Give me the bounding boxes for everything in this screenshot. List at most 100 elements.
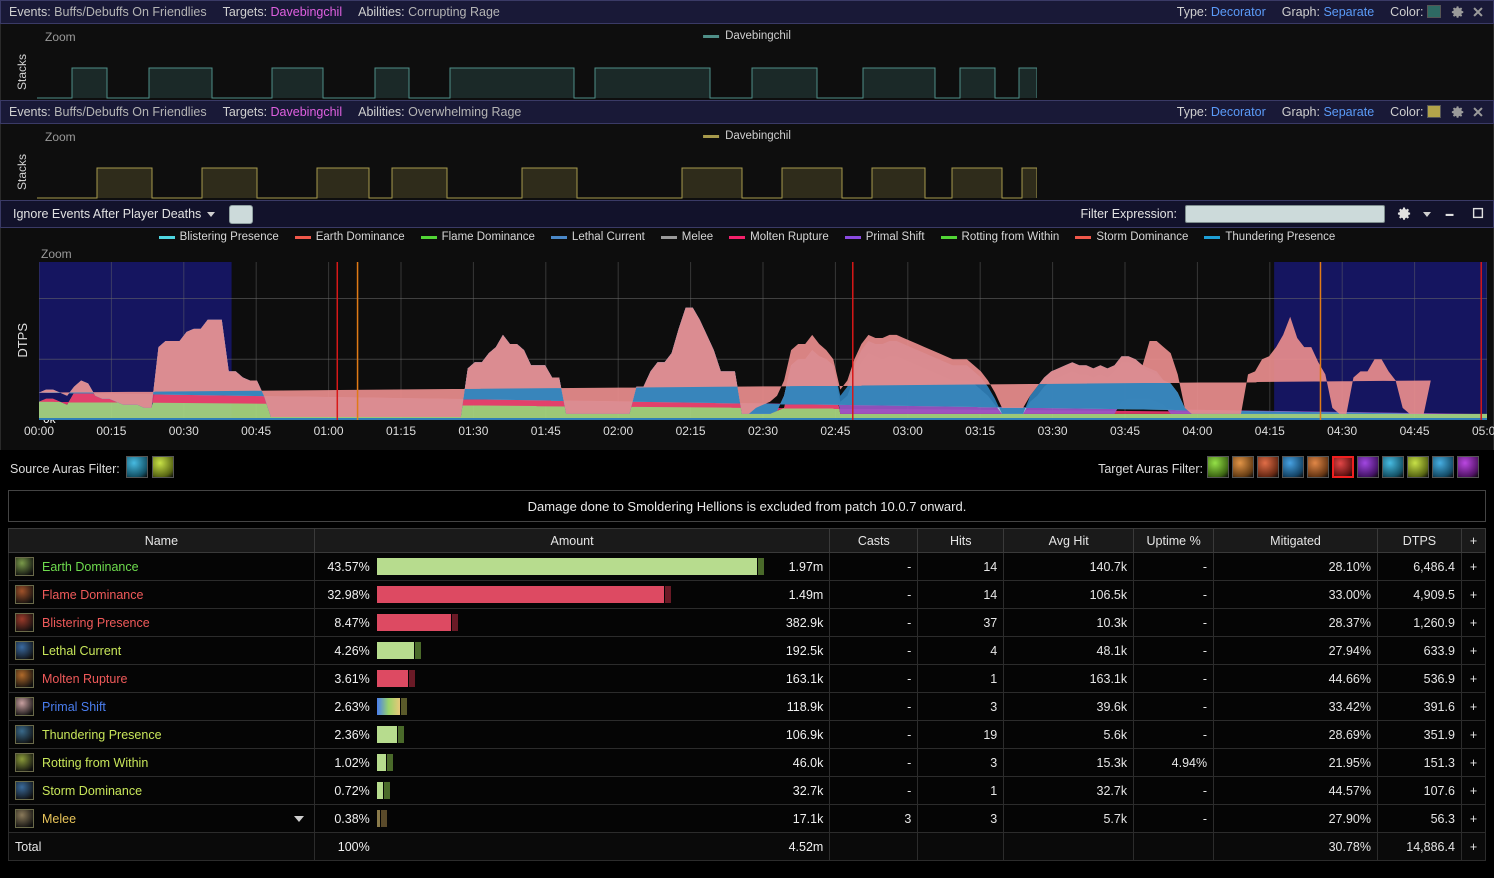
column-header-mitigated[interactable]: Mitigated <box>1213 528 1378 553</box>
aura-filter-icon[interactable] <box>1382 456 1404 478</box>
legend-item-molten-rupture[interactable]: Molten Rupture <box>729 231 829 243</box>
legend-item-storm-dominance[interactable]: Storm Dominance <box>1075 231 1188 243</box>
aura-filter-icon[interactable] <box>1282 456 1304 478</box>
ability-name[interactable]: Lethal Current <box>42 644 121 658</box>
aura-filter-icon[interactable] <box>1332 456 1354 478</box>
ability-name[interactable]: Primal Shift <box>42 700 106 714</box>
cell-add-button[interactable]: + <box>1460 664 1487 693</box>
aura-filter-icon[interactable] <box>151 456 174 478</box>
legend-item-flame-dominance[interactable]: Flame Dominance <box>420 231 535 243</box>
ability-name[interactable]: Rotting from Within <box>42 756 148 770</box>
cell-name[interactable]: Primal Shift <box>8 692 315 721</box>
targets-value[interactable]: Davebingchil <box>271 105 343 119</box>
aura-filter-icon[interactable] <box>1307 456 1329 478</box>
decorator-plot-area[interactable]: Zoom Stacks Davebingchil <box>0 124 1494 200</box>
decorator-plot-area[interactable]: Zoom Stacks Davebingchil <box>0 24 1494 100</box>
total-add-button[interactable]: + <box>1460 832 1487 861</box>
cell-add-button[interactable]: + <box>1460 552 1487 581</box>
cell-name[interactable]: Lethal Current <box>8 636 315 665</box>
targets-value[interactable]: Davebingchil <box>271 5 343 19</box>
legend-item-blistering-presence[interactable]: Blistering Presence <box>158 231 279 243</box>
cell-name[interactable]: Earth Dominance <box>8 552 315 581</box>
graph-value[interactable]: Separate <box>1323 105 1374 119</box>
ability-name[interactable]: Thundering Presence <box>42 728 162 742</box>
table-row[interactable]: Rotting from Within 1.02% 46.0k -3 15.3k 4.94… <box>8 748 1487 777</box>
zoom-label[interactable]: Zoom <box>45 130 76 144</box>
cell-name[interactable]: Melee <box>8 804 315 833</box>
table-row[interactable]: Molten Rupture 3.61% 163.1k -1 163.1k -44.66%… <box>8 664 1487 693</box>
cell-name[interactable]: Flame Dominance <box>8 580 315 609</box>
legend-item-primal-shift[interactable]: Primal Shift <box>844 231 925 243</box>
cell-name[interactable]: Rotting from Within <box>8 748 315 777</box>
color-swatch[interactable] <box>1427 5 1441 18</box>
cell-add-button[interactable]: + <box>1460 776 1487 805</box>
chart-zoom-label[interactable]: Zoom <box>41 247 72 261</box>
chevron-down-icon[interactable] <box>293 815 304 822</box>
ability-name[interactable]: Blistering Presence <box>42 616 150 630</box>
cell-add-button[interactable]: + <box>1460 720 1487 749</box>
cell-name[interactable]: Storm Dominance <box>8 776 315 805</box>
type-value[interactable]: Decorator <box>1211 5 1266 19</box>
column-header-hits[interactable]: Hits <box>917 528 1005 553</box>
cell-add-button[interactable]: + <box>1460 636 1487 665</box>
toolbar-toggle-box[interactable] <box>229 204 254 224</box>
settings-gear-icon[interactable] <box>1397 206 1413 222</box>
column-header-name[interactable]: Name <box>8 528 315 553</box>
table-row[interactable]: Earth Dominance 43.57% 1.97m -14 140.7k -28.1… <box>8 552 1487 581</box>
cell-name[interactable]: Molten Rupture <box>8 664 315 693</box>
cell-add-button[interactable]: + <box>1460 692 1487 721</box>
ability-name[interactable]: Earth Dominance <box>42 560 139 574</box>
legend-item-melee[interactable]: Melee <box>660 231 713 243</box>
legend-item-rotting-from-within[interactable]: Rotting from Within <box>940 231 1059 243</box>
ability-name[interactable]: Storm Dominance <box>42 784 142 798</box>
zoom-label[interactable]: Zoom <box>45 30 76 44</box>
cell-add-button[interactable]: + <box>1460 580 1487 609</box>
graph-value[interactable]: Separate <box>1323 5 1374 19</box>
column-header-dtps[interactable]: DTPS <box>1376 528 1462 553</box>
abilities-value[interactable]: Corrupting Rage <box>408 5 500 19</box>
maximize-icon[interactable] <box>1471 206 1487 222</box>
cell-name[interactable]: Blistering Presence <box>8 608 315 637</box>
table-row[interactable]: Primal Shift 2.63% 118.9k -3 39.6k -33.42% 391… <box>8 692 1487 721</box>
legend-item-lethal-current[interactable]: Lethal Current <box>550 231 645 243</box>
column-header-avg-hit[interactable]: Avg Hit <box>1003 528 1135 553</box>
cell-add-button[interactable]: + <box>1460 608 1487 637</box>
events-value[interactable]: Buffs/Debuffs On Friendlies <box>54 105 206 119</box>
aura-filter-icon[interactable] <box>1257 456 1279 478</box>
filter-expression-input[interactable] <box>1185 205 1385 223</box>
aura-filter-icon[interactable] <box>1232 456 1254 478</box>
gear-icon[interactable] <box>1451 5 1465 19</box>
table-row[interactable]: Melee 0.38% 17.1k 3 3 5.7k -27.90% 56.3 + <box>8 804 1487 833</box>
ability-name[interactable]: Melee <box>42 812 76 826</box>
column-header-casts[interactable]: Casts <box>829 528 919 553</box>
aura-filter-icon[interactable] <box>1432 456 1454 478</box>
close-icon[interactable] <box>1471 5 1485 19</box>
type-value[interactable]: Decorator <box>1211 105 1266 119</box>
table-row[interactable]: Flame Dominance 32.98% 1.49m -14 106.5k -33.0… <box>8 580 1487 609</box>
cell-name[interactable]: Thundering Presence <box>8 720 315 749</box>
close-icon[interactable] <box>1471 105 1485 119</box>
chart-plot-area[interactable] <box>38 262 1488 421</box>
aura-filter-icon[interactable] <box>1357 456 1379 478</box>
table-row[interactable]: Thundering Presence 2.36% 106.9k -19 5.6k -28… <box>8 720 1487 749</box>
ability-name[interactable]: Molten Rupture <box>42 672 127 686</box>
table-row[interactable]: Blistering Presence 8.47% 382.9k -37 10.3k -2… <box>8 608 1487 637</box>
table-row[interactable]: Storm Dominance 0.72% 32.7k -1 32.7k -44.57% 1… <box>8 776 1487 805</box>
column-header-add[interactable]: + <box>1460 528 1487 553</box>
aura-filter-icon[interactable] <box>1207 456 1229 478</box>
table-row[interactable]: Lethal Current 4.26% 192.5k -4 48.1k -27.94% 6… <box>8 636 1487 665</box>
column-header-amount[interactable]: Amount <box>313 528 831 553</box>
gear-icon[interactable] <box>1451 105 1465 119</box>
cell-add-button[interactable]: + <box>1460 804 1487 833</box>
aura-filter-icon[interactable] <box>1457 456 1479 478</box>
color-swatch[interactable] <box>1427 105 1441 118</box>
minimize-icon[interactable] <box>1443 206 1459 222</box>
settings-chevron-down-icon[interactable] <box>1423 211 1431 217</box>
column-header-uptime[interactable]: Uptime % <box>1133 528 1215 553</box>
ability-name[interactable]: Flame Dominance <box>42 588 143 602</box>
abilities-value[interactable]: Overwhelming Rage <box>408 105 521 119</box>
aura-filter-icon[interactable] <box>125 456 148 478</box>
aura-filter-icon[interactable] <box>1407 456 1429 478</box>
cell-add-button[interactable]: + <box>1460 748 1487 777</box>
legend-item-thundering-presence[interactable]: Thundering Presence <box>1204 231 1335 243</box>
